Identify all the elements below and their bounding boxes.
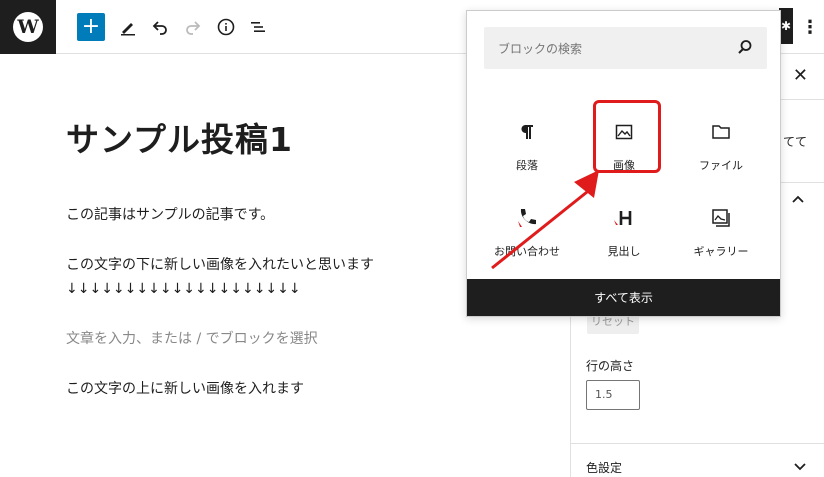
block-contact-form[interactable]: お問い合わせ (479, 189, 575, 269)
block-search-input[interactable]: ブロックの検索 (498, 40, 582, 57)
settings-button[interactable]: ✱ (779, 8, 793, 44)
details-button[interactable] (214, 14, 238, 40)
gear-icon: ✱ (780, 19, 792, 33)
block-label: ファイル (699, 159, 743, 172)
heading-icon (612, 203, 636, 233)
redo-button[interactable] (181, 14, 205, 40)
annotation-highlight-box (593, 100, 661, 173)
paragraph-block[interactable]: この文字の下に新しい画像を入れたいと思います (66, 255, 374, 275)
block-description-text: てて (783, 135, 808, 149)
search-icon (738, 40, 752, 54)
gallery-icon (711, 203, 731, 233)
folder-icon (711, 117, 731, 147)
block-search-field[interactable]: ブロックの検索 (484, 27, 767, 69)
outline-button[interactable] (246, 14, 270, 40)
undo-icon (152, 21, 167, 35)
block-label: 見出し (607, 245, 641, 258)
block-paragraph[interactable]: 段落 (479, 103, 575, 183)
block-label: お問い合わせ (494, 245, 560, 258)
post-title[interactable]: サンプル投稿1 (66, 113, 293, 161)
edit-tool-button[interactable] (116, 14, 140, 40)
panel-toggle-button[interactable] (791, 193, 805, 211)
paragraph-block[interactable]: ↓↓↓↓↓↓↓↓↓↓↓↓↓↓↓↓↓↓↓↓ (66, 279, 301, 299)
more-options-button[interactable]: ⋮ (800, 14, 820, 40)
show-all-blocks-button[interactable]: すべて表示 (467, 279, 780, 316)
close-icon: ✕ (792, 65, 808, 86)
paragraph-icon (519, 117, 535, 147)
more-vertical-icon: ⋮ (801, 16, 819, 38)
block-gallery[interactable]: ギャラリー (673, 189, 769, 269)
block-label: 段落 (516, 159, 538, 172)
block-heading[interactable]: 見出し (576, 189, 672, 269)
undo-button[interactable] (148, 14, 172, 40)
wordpress-logo-button[interactable]: W (0, 0, 56, 54)
redo-icon (186, 21, 201, 35)
block-label: ギャラリー (693, 245, 749, 258)
color-settings-label[interactable]: 色設定 (586, 459, 622, 476)
chevron-down-icon (794, 463, 806, 471)
block-file[interactable]: ファイル (673, 103, 769, 183)
add-block-button[interactable]: + (77, 13, 105, 41)
paragraph-block[interactable]: この文字の上に新しい画像を入れます (66, 379, 304, 399)
list-view-icon (251, 22, 265, 32)
phone-icon (516, 203, 538, 233)
color-settings-toggle[interactable] (793, 459, 807, 477)
line-height-label: 行の高さ (586, 359, 635, 373)
pencil-icon (121, 23, 135, 36)
info-icon (217, 18, 235, 36)
wordpress-icon: W (13, 12, 43, 42)
paragraph-block[interactable]: この記事はサンプルの記事です。 (66, 205, 274, 225)
close-sidebar-button[interactable]: ✕ (793, 65, 808, 86)
empty-paragraph-placeholder[interactable]: 文章を入力、または / でブロックを選択 (66, 329, 318, 349)
line-height-input[interactable]: 1.5 (586, 380, 640, 410)
divider (571, 443, 824, 444)
chevron-up-icon (792, 195, 804, 203)
